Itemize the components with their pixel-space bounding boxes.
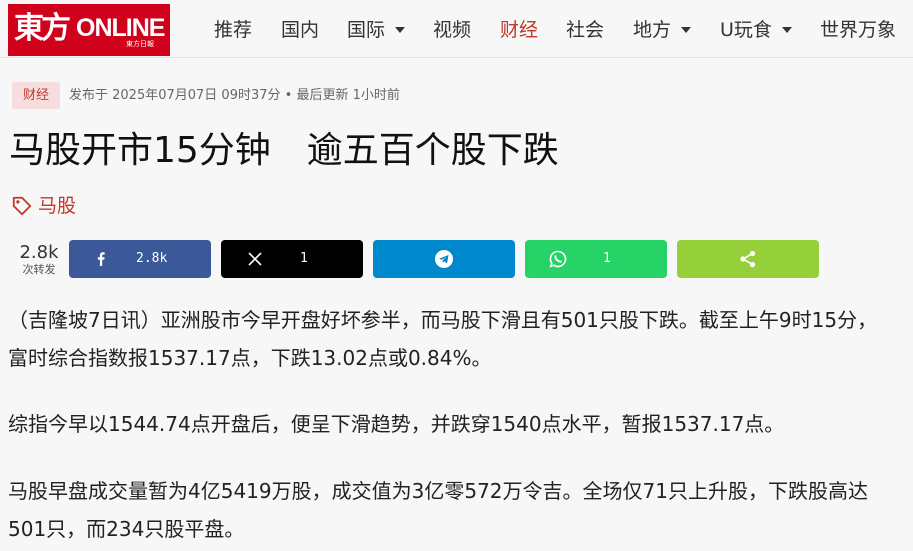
logo-chinese: 東方 (14, 11, 71, 46)
logo-english: ONLINE (76, 14, 165, 42)
article-paragraph: 马股早盘成交量暂为4亿5419万股，成交值为3亿零572万令吉。全场仅71只上升… (8, 479, 868, 503)
top-navbar: 東方 ONLINE 東方日報 推荐 国内 国际 视频 财经 社会 地方 U玩食 … (0, 0, 913, 58)
chevron-down-icon (395, 27, 406, 33)
page-title: 马股开市15分钟 逾五百个股下跌 (9, 130, 559, 171)
nav-item-society[interactable]: 社会 (566, 17, 604, 43)
share-total: 2.8k 次转发 (17, 243, 61, 277)
x-icon (248, 252, 262, 266)
share-icon (740, 250, 756, 268)
share-total-label: 次转发 (22, 263, 56, 276)
nav-label: U玩食 (720, 19, 772, 41)
site-logo[interactable]: 東方 ONLINE 東方日報 (8, 4, 170, 56)
article-paragraph: （吉隆坡7日讯）亚洲股市今早开盘好坏参半，而马股下滑且有501只股下跌。截至上午… (8, 308, 878, 332)
nav-item-video[interactable]: 视频 (433, 17, 471, 43)
nav-item-finance[interactable]: 财经 (500, 17, 538, 43)
nav-label: 视频 (433, 19, 472, 41)
nav-item-world[interactable]: 世界万象 (820, 17, 896, 43)
share-total-number: 2.8k (19, 242, 59, 263)
nav-label: 国内 (281, 19, 320, 41)
facebook-share-count: 2.8k (136, 251, 168, 266)
whatsapp-icon (549, 250, 567, 268)
whatsapp-share-count: 1 (603, 251, 611, 266)
nav-label: 财经 (500, 19, 539, 41)
telegram-share-button[interactable] (373, 240, 515, 278)
nav-label: 社会 (566, 19, 605, 41)
nav-label: 地方 (633, 19, 672, 41)
x-share-button[interactable]: 1 (221, 240, 363, 278)
publish-info: 发布于 2025年07月07日 09时37分 • 最后更新 1小时前 (69, 88, 400, 103)
share-more-button[interactable] (677, 240, 819, 278)
telegram-icon (435, 250, 453, 268)
nav-label: 国际 (347, 19, 386, 41)
whatsapp-share-button[interactable]: 1 (525, 240, 667, 278)
x-share-count: 1 (300, 251, 308, 266)
article-paragraph: 综指今早以1544.74点开盘后，便呈下滑趋势，并跌穿1540点水平，暂报153… (8, 412, 785, 436)
nav-label: 推荐 (214, 19, 253, 41)
article-paragraph: 富时综合指数报1537.17点，下跌13.02点或0.84%。 (8, 346, 492, 370)
nav-label: 世界万象 (820, 19, 897, 41)
facebook-share-button[interactable]: 2.8k (69, 240, 211, 278)
nav-item-food[interactable]: U玩食 (720, 17, 792, 43)
nav-item-recommend[interactable]: 推荐 (214, 17, 252, 43)
article-paragraph: 501只，而234只股平盘。 (8, 517, 245, 541)
nav-item-local[interactable]: 地方 (633, 17, 692, 43)
nav-item-domestic[interactable]: 国内 (281, 17, 319, 43)
tag-icon (12, 196, 32, 216)
category-badge[interactable]: 财经 (12, 82, 60, 109)
facebook-icon (97, 252, 105, 266)
nav-item-international[interactable]: 国际 (347, 17, 406, 43)
logo-subtitle: 東方日報 (126, 40, 154, 48)
chevron-down-icon (681, 27, 692, 33)
tag-label: 马股 (38, 195, 77, 217)
chevron-down-icon (781, 27, 792, 33)
